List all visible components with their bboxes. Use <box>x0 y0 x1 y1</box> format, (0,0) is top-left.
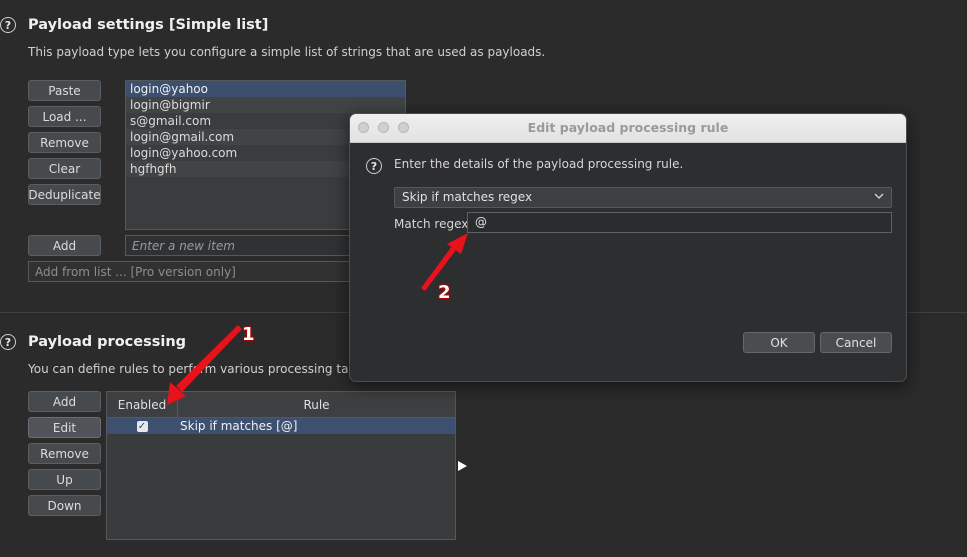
annotation-label-2: 2 <box>438 282 451 303</box>
annotation-label-1: 1 <box>242 324 255 345</box>
annotation-arrow-2 <box>421 233 468 291</box>
